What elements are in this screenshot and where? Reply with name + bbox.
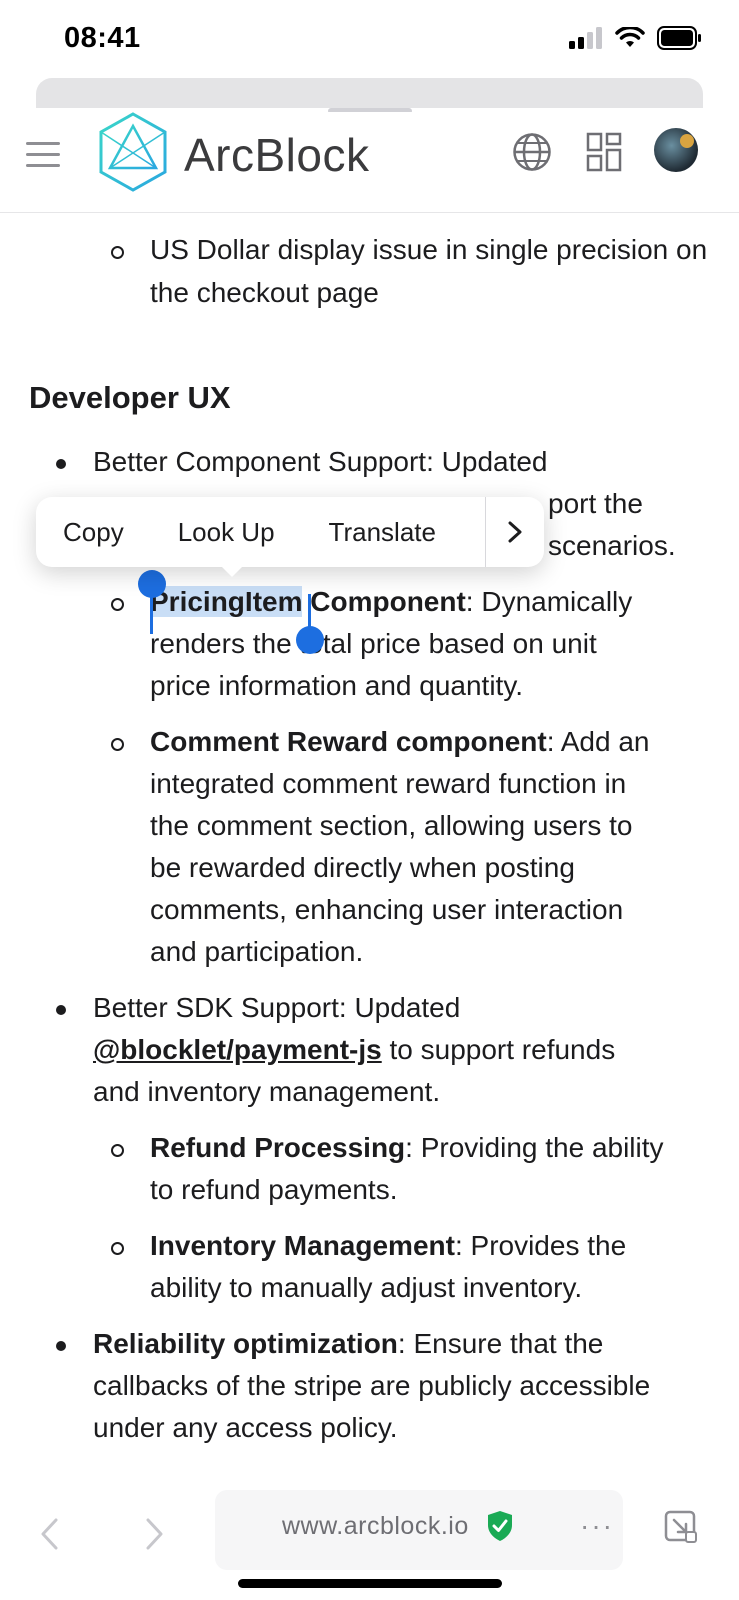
tabs-overview-icon[interactable] <box>664 1510 698 1544</box>
menu-more-button[interactable] <box>485 497 544 567</box>
list-item-line: price information and quantity. <box>150 670 524 701</box>
arcblock-logo-icon[interactable] <box>98 112 168 192</box>
status-time: 08:41 <box>64 22 141 54</box>
wifi-icon <box>615 27 645 47</box>
list-bullet <box>111 1144 124 1157</box>
item-desc: : Ensure that the <box>397 1328 604 1359</box>
item-desc: : Providing the ability <box>405 1132 664 1163</box>
list-item-line: port the <box>548 488 643 519</box>
payment-js-link[interactable]: @blocklet/payment-js <box>93 1034 382 1065</box>
menu-copy[interactable]: Copy <box>36 517 151 548</box>
list-item-line: callbacks of the stripe are publicly acc… <box>93 1370 651 1401</box>
item-title: Refund Processing <box>150 1132 406 1163</box>
list-item-line: @blocklet/payment-js to support refunds <box>93 1028 615 1071</box>
menu-pointer <box>218 563 246 577</box>
user-avatar[interactable] <box>654 128 698 172</box>
list-item-line: Inventory Management: Provides the <box>150 1224 626 1267</box>
chevron-right-icon <box>508 521 522 543</box>
list-bullet <box>56 1005 66 1015</box>
item-title: Inventory Management <box>150 1230 455 1261</box>
list-bullet <box>111 1242 124 1255</box>
list-bullet <box>56 1341 66 1351</box>
battery-icon <box>657 26 701 50</box>
secure-shield-icon <box>488 1511 512 1541</box>
home-indicator[interactable] <box>238 1579 502 1588</box>
item-desc: : Dynamically <box>465 586 633 617</box>
item-title: Reliability optimization <box>93 1328 398 1359</box>
list-bullet <box>111 598 124 611</box>
more-options-icon[interactable]: ··· <box>580 1510 614 1542</box>
list-item-prev: US Dollar display issue in single precis… <box>150 234 708 308</box>
section-heading: Developer UX <box>29 380 231 415</box>
list-item-line: ability to manually adjust inventory. <box>150 1272 583 1303</box>
list-item-line: Better Component Support: Updated <box>93 446 548 477</box>
list-item-line: Better SDK Support: Updated <box>93 992 461 1023</box>
list-item-line: Reliability optimization: Ensure that th… <box>93 1322 603 1365</box>
list-item-line: comments, enhancing user interaction <box>150 894 624 925</box>
list-item-line: scenarios. <box>548 530 676 561</box>
item-desc: : Provides the <box>454 1230 627 1261</box>
item-desc: : Add an <box>546 726 650 757</box>
site-header: ArcBlock <box>0 112 739 213</box>
globe-icon[interactable] <box>512 132 552 172</box>
list-item-line: and inventory management. <box>93 1076 441 1107</box>
selection-end-handle[interactable] <box>296 626 324 654</box>
list-item-line: be rewarded directly when posting <box>150 852 575 883</box>
list-item-line: under any access policy. <box>93 1412 398 1443</box>
apps-grid-icon[interactable] <box>586 132 622 172</box>
item-desc: to support refunds <box>381 1034 616 1065</box>
cellular-signal-icon <box>569 27 602 49</box>
status-icons <box>569 26 703 50</box>
article-content: US Dollar display issue in single precis… <box>0 212 739 1492</box>
list-bullet <box>56 459 66 469</box>
list-item-line: and participation. <box>150 936 364 967</box>
list-bullet <box>111 246 124 259</box>
forward-icon[interactable] <box>142 1516 166 1552</box>
list-item-line: Comment Reward component: Add an <box>150 720 649 763</box>
menu-look-up[interactable]: Look Up <box>151 517 302 548</box>
item-title: Comment Reward component <box>150 726 547 757</box>
url-text[interactable]: www.arcblock.io <box>282 1512 469 1541</box>
item-title: Component <box>302 586 466 617</box>
list-item-line: to refund payments. <box>150 1174 398 1205</box>
text-selection-menu: Copy Look Up Translate <box>36 497 544 567</box>
back-icon[interactable] <box>38 1516 62 1552</box>
status-bar: 08:41 <box>0 0 739 80</box>
list-item-line: Refund Processing: Providing the ability <box>150 1126 664 1169</box>
list-bullet <box>111 738 124 751</box>
selected-text[interactable]: PricingItem <box>150 586 303 617</box>
browser-tab-strip <box>36 78 703 108</box>
list-item-line: the comment section, allowing users to <box>150 810 633 841</box>
list-item-line: PricingItem Component: Dynamically <box>150 580 632 623</box>
menu-translate[interactable]: Translate <box>302 517 463 548</box>
list-item-line: renders the total price based on unit <box>150 628 597 659</box>
list-item-line: integrated comment reward function in <box>150 768 627 799</box>
selection-start-caret <box>150 594 153 634</box>
menu-icon[interactable] <box>26 142 60 170</box>
brand-name[interactable]: ArcBlock <box>184 128 369 182</box>
